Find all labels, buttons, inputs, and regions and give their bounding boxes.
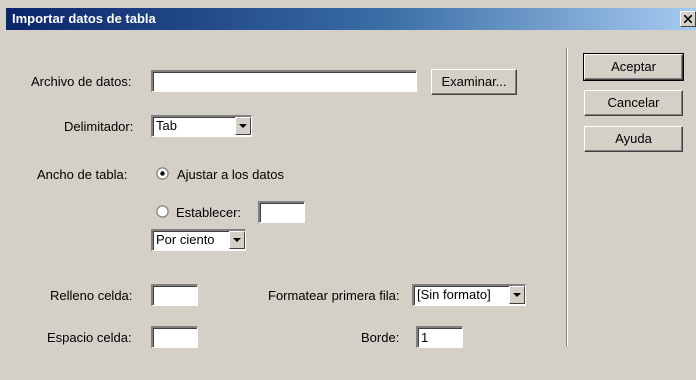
borde-label: Borde: [361, 330, 400, 345]
ayuda-button[interactable]: Ayuda [584, 126, 683, 152]
relleno-label: Relleno celda: [50, 288, 133, 303]
establecer-label: Establecer: [176, 205, 242, 220]
aceptar-button[interactable]: Aceptar [583, 53, 684, 81]
unidad-value: Por ciento [156, 232, 215, 247]
chevron-down-icon [513, 293, 521, 297]
close-x-icon [684, 15, 692, 23]
dropdown-button[interactable] [229, 231, 245, 249]
formatear-label: Formatear primera fila: [268, 288, 400, 303]
delimitador-label: Delimitador: [64, 119, 134, 134]
relleno-input[interactable] [151, 284, 198, 306]
archivo-input[interactable] [151, 70, 417, 92]
title-bar[interactable]: Importar datos de tabla [6, 8, 696, 30]
espacio-input[interactable] [151, 326, 198, 348]
establecer-input[interactable] [258, 201, 305, 223]
dropdown-button[interactable] [235, 117, 251, 135]
formatear-value: [Sin formato] [417, 287, 491, 302]
unidad-select[interactable]: Por ciento [151, 229, 246, 251]
delimitador-value: Tab [156, 118, 177, 133]
archivo-label: Archivo de datos: [31, 74, 132, 89]
formatear-select[interactable]: [Sin formato] [412, 284, 526, 306]
establecer-radio-icon[interactable] [156, 205, 169, 218]
espacio-label: Espacio celda: [47, 330, 132, 345]
dialog-title: Importar datos de tabla [12, 11, 156, 26]
chevron-down-icon [233, 238, 241, 242]
ancho-label: Ancho de tabla: [37, 167, 128, 182]
chevron-down-icon [239, 124, 247, 128]
close-button[interactable] [680, 11, 696, 27]
delimitador-select[interactable]: Tab [151, 115, 252, 137]
import-table-data-dialog: Importar datos de tabla Archivo de datos… [0, 0, 696, 380]
ajustar-label: Ajustar a los datos [177, 167, 284, 182]
ajustar-radio-checked-icon[interactable] [156, 167, 169, 180]
examinar-button[interactable]: Examinar... [431, 69, 517, 95]
cancelar-button[interactable]: Cancelar [584, 90, 683, 116]
vertical-divider [566, 48, 568, 346]
dropdown-button[interactable] [509, 286, 525, 304]
borde-input[interactable]: 1 [416, 326, 463, 348]
